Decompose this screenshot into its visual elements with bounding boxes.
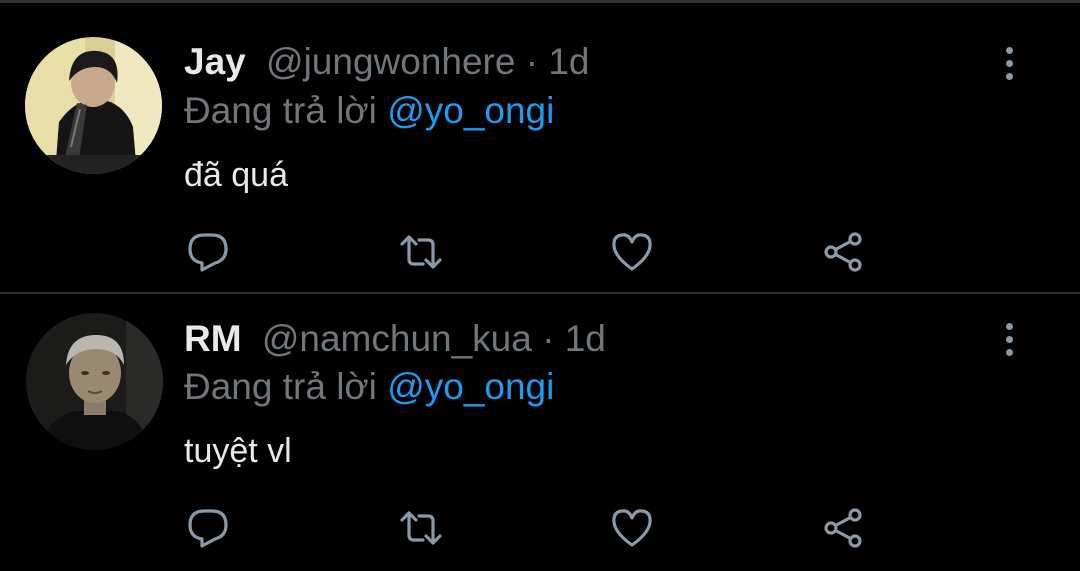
replying-to: Đang trả lời @yo_ongi [184, 365, 554, 409]
share-button[interactable] [821, 229, 867, 275]
user-handle[interactable]: @namchun_kua [262, 318, 532, 359]
tweet[interactable]: Jay @jungwonhere · 1d Đang trả lời @yo_o… [0, 3, 1080, 293]
reply-timeline: Jay @jungwonhere · 1d Đang trả lời @yo_o… [0, 0, 1080, 571]
timestamp[interactable]: 1d [548, 41, 589, 82]
separator-dot: · [542, 318, 555, 359]
reply-button[interactable] [185, 505, 231, 551]
tweet[interactable]: RM @namchun_kua · 1d Đang trả lời @yo_on… [0, 295, 1080, 571]
tweet-divider [0, 292, 1080, 294]
heart-icon [612, 233, 652, 271]
retweet-button[interactable] [398, 229, 444, 275]
reply-mention-link[interactable]: @yo_ongi [387, 366, 554, 407]
reply-button[interactable] [185, 229, 231, 275]
like-button[interactable] [609, 229, 655, 275]
tweet-text: tuyệt vl [184, 432, 292, 470]
heart-icon [612, 509, 652, 547]
more-vertical-icon[interactable] [990, 315, 1028, 363]
retweet-button[interactable] [398, 505, 444, 551]
replying-to: Đang trả lời @yo_ongi [184, 89, 554, 133]
tweet-header: Jay @jungwonhere · 1d [184, 40, 590, 84]
timestamp[interactable]: 1d [565, 318, 606, 359]
display-name[interactable]: RM [184, 318, 242, 359]
share-button[interactable] [821, 505, 867, 551]
retweet-icon [400, 511, 442, 545]
avatar[interactable] [25, 37, 162, 174]
display-name[interactable]: Jay [184, 41, 246, 82]
more-vertical-icon[interactable] [990, 39, 1028, 87]
avatar[interactable] [26, 313, 163, 450]
replying-prefix: Đang trả lời [184, 90, 377, 131]
reply-icon [188, 509, 228, 548]
reply-icon [188, 233, 228, 272]
share-icon [824, 508, 862, 548]
retweet-icon [400, 235, 442, 269]
share-icon [824, 232, 862, 272]
separator-dot: · [525, 41, 539, 82]
user-handle[interactable]: @jungwonhere [266, 41, 515, 82]
tweet-header: RM @namchun_kua · 1d [184, 317, 606, 361]
reply-mention-link[interactable]: @yo_ongi [387, 90, 554, 131]
like-button[interactable] [609, 505, 655, 551]
replying-prefix: Đang trả lời [184, 366, 377, 407]
tweet-text: đã quá [184, 156, 288, 194]
